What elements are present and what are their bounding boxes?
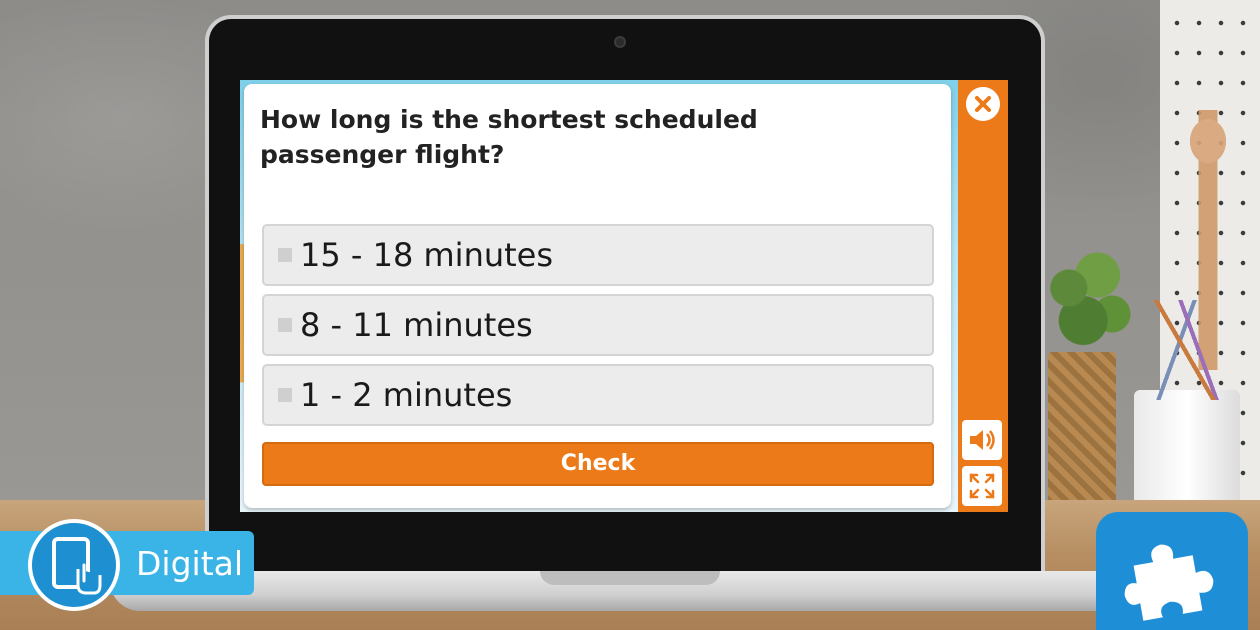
option-label: 8 - 11 minutes bbox=[300, 306, 533, 344]
wicker-pot bbox=[1048, 352, 1116, 512]
webcam bbox=[614, 36, 626, 48]
option-label: 15 - 18 minutes bbox=[300, 236, 554, 274]
tablet-touch-icon bbox=[52, 537, 102, 595]
question-text: How long is the shortest scheduled passe… bbox=[260, 105, 758, 169]
speaker-icon bbox=[970, 430, 995, 450]
puzzle-tile bbox=[1096, 512, 1248, 630]
close-icon bbox=[975, 96, 991, 112]
answer-option-3[interactable]: 1 - 2 minutes bbox=[262, 364, 934, 426]
answer-option-2[interactable]: 8 - 11 minutes bbox=[262, 294, 934, 356]
answer-option-1[interactable]: 15 - 18 minutes bbox=[262, 224, 934, 286]
laptop-screen: How long is the shortest scheduled passe… bbox=[240, 80, 1008, 512]
digital-label: Digital bbox=[136, 544, 244, 583]
sound-button[interactable] bbox=[962, 420, 1002, 460]
fullscreen-icon bbox=[969, 473, 995, 499]
option-label: 1 - 2 minutes bbox=[300, 376, 513, 414]
laptop-notch bbox=[540, 571, 720, 585]
option-checkbox[interactable] bbox=[278, 318, 292, 332]
digital-icon-circle bbox=[28, 519, 120, 611]
fullscreen-button[interactable] bbox=[962, 466, 1002, 506]
quiz-card: How long is the shortest scheduled passe… bbox=[244, 84, 951, 508]
check-button[interactable]: Check bbox=[262, 442, 934, 486]
puzzle-piece-icon bbox=[1124, 544, 1214, 621]
option-checkbox[interactable] bbox=[278, 248, 292, 262]
option-checkbox[interactable] bbox=[278, 388, 292, 402]
potted-plant bbox=[1040, 236, 1136, 366]
paint-brushes bbox=[1134, 300, 1244, 400]
close-button[interactable] bbox=[963, 84, 1003, 124]
